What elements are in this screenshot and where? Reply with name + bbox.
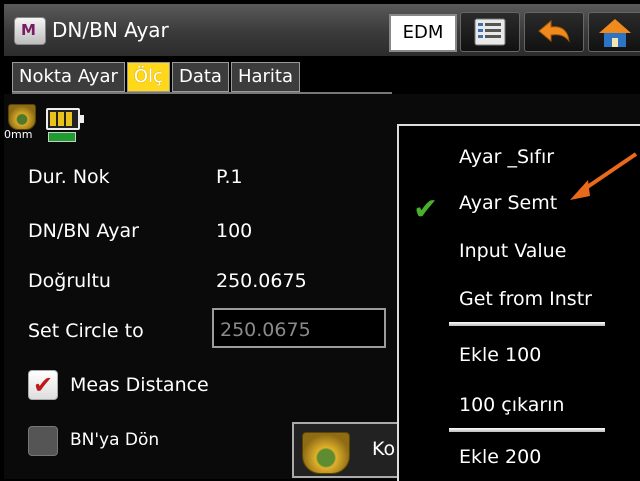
menu-separator — [449, 428, 605, 432]
station-value: P.1 — [216, 166, 243, 188]
window-title: DN/BN Ayar — [52, 18, 169, 42]
app-icon-letter: M — [21, 21, 36, 39]
menu-item-ekle-200[interactable]: Ekle 200 — [459, 446, 541, 468]
menu-item-ayar-sifir[interactable]: Ayar _Sıfır — [459, 146, 554, 168]
menu-item-100-cikarin[interactable]: 100 çıkarın — [459, 394, 564, 416]
menu-item-input-value[interactable]: Input Value — [459, 240, 566, 262]
bn-return-label: BN'ya Dön — [70, 430, 160, 450]
direction-value: 250.0675 — [216, 270, 307, 292]
tab-bar: Nokta Ayar Ölç Data Harita — [4, 56, 640, 94]
menu-separator — [449, 322, 605, 326]
dnbn-value: 100 — [216, 220, 253, 242]
back-arrow-icon — [538, 19, 570, 43]
direction-label: Doğrultu — [28, 270, 111, 292]
battery-icon — [46, 108, 84, 130]
station-label: Dur. Nok — [28, 166, 110, 188]
set-circle-input[interactable]: 250.0675 — [212, 308, 386, 348]
meas-distance-label: Meas Distance — [70, 374, 209, 396]
annotation-arrow-icon — [570, 152, 638, 200]
home-button[interactable] — [588, 12, 640, 52]
menu-item-ayar-semt[interactable]: Ayar Semt — [459, 192, 557, 214]
signal-bar-icon — [48, 132, 76, 142]
tab-olc-label: Ölç — [133, 66, 163, 87]
back-button[interactable] — [524, 12, 584, 52]
bn-return-checkbox[interactable] — [28, 426, 58, 456]
tab-nokta-ayar[interactable]: Nokta Ayar — [12, 62, 125, 92]
checkmark-icon: ✔ — [413, 192, 439, 227]
measure-button[interactable]: Ko — [292, 422, 404, 478]
measure-button-label: Ko — [372, 438, 396, 460]
prism-constant-label: 0mm — [4, 128, 33, 141]
edm-button[interactable]: EDM — [389, 14, 457, 52]
tab-data[interactable]: Data — [171, 62, 229, 92]
list-button[interactable] — [460, 12, 520, 52]
tab-olc[interactable]: Ölç — [126, 62, 170, 92]
app-menu-icon[interactable]: M — [14, 17, 46, 45]
tab-harita[interactable]: Harita — [230, 62, 301, 92]
meas-distance-checkbox[interactable] — [28, 370, 58, 400]
prism-icon — [8, 104, 36, 130]
prism-icon — [302, 432, 350, 474]
dnbn-label: DN/BN Ayar — [28, 220, 139, 242]
home-icon — [599, 19, 631, 47]
set-circle-label: Set Circle to — [28, 320, 144, 342]
menu-item-ekle-100[interactable]: Ekle 100 — [459, 344, 541, 366]
title-bar: M DN/BN Ayar EDM — [4, 4, 640, 56]
list-icon — [474, 18, 506, 46]
menu-item-get-from-instr[interactable]: Get from Instr — [459, 288, 592, 310]
